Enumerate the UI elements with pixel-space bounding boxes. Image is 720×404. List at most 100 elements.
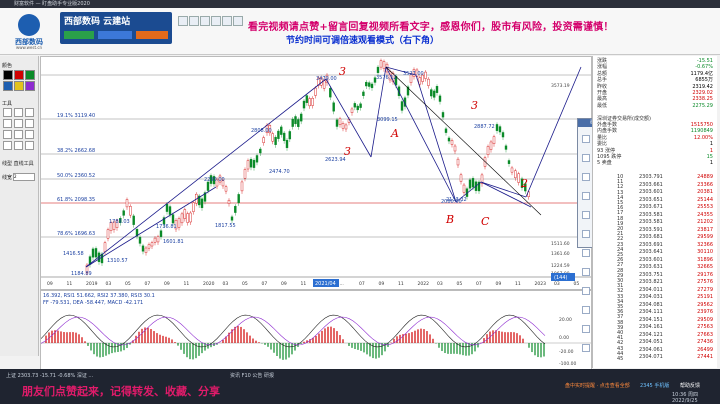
- price-label: 2808.00: [251, 128, 272, 134]
- indicator-axis-tick: -20.00: [559, 349, 574, 355]
- tick-price: 2303.791: [639, 174, 663, 180]
- draw-tool-icon[interactable]: [582, 268, 590, 276]
- x-axis-tick: 11: [184, 281, 190, 287]
- line-tool-icon[interactable]: [14, 108, 23, 117]
- price-label: 2887.72: [474, 124, 495, 130]
- dea-line: [41, 316, 546, 346]
- circle-tool-icon[interactable]: [14, 141, 23, 150]
- candle: [510, 167, 514, 173]
- arrow-tool-icon[interactable]: [3, 141, 12, 150]
- date-box-text: 2021/04: [315, 281, 336, 287]
- delete-tool-icon[interactable]: [25, 141, 34, 150]
- draw-tool-icon[interactable]: [582, 135, 590, 143]
- draw-tool-icon[interactable]: [582, 306, 590, 314]
- right-axis-tick: 3573.19: [551, 83, 570, 89]
- candle: [165, 203, 169, 212]
- pen-tool-icon[interactable]: [3, 119, 12, 128]
- text-tool-icon[interactable]: [25, 119, 34, 128]
- candle: [489, 141, 493, 150]
- draw-tool-icon[interactable]: [582, 344, 590, 352]
- candle: [103, 242, 107, 252]
- status-mobile[interactable]: 2345 手机版: [640, 382, 669, 389]
- candle: [462, 184, 466, 193]
- candle: [504, 145, 508, 150]
- pointer-tool-icon[interactable]: [3, 108, 12, 117]
- draw-tool-icon[interactable]: [582, 173, 590, 181]
- candle: [240, 181, 244, 192]
- candle: [441, 112, 445, 118]
- fib-tool-icon[interactable]: [3, 130, 12, 139]
- x-axis-tick: 09: [164, 281, 170, 287]
- tick-volume: 23366: [697, 181, 713, 188]
- x-axis-tick: 05: [574, 281, 580, 287]
- candle: [274, 136, 277, 145]
- ad-banner[interactable]: 西部数码 云建站: [60, 12, 172, 44]
- color-swatch-red[interactable]: [14, 70, 24, 80]
- trend-line: [480, 181, 527, 198]
- open-icon[interactable]: [189, 16, 199, 26]
- tick-price: 2303.821: [639, 279, 663, 285]
- indicator-canvas[interactable]: 16.392, RSI1 51.662, RSI2 37.380, RSI3 3…: [41, 291, 591, 369]
- new-icon[interactable]: [178, 16, 188, 26]
- banner-pill-2: [98, 31, 132, 39]
- color-swatch-green[interactable]: [25, 70, 35, 80]
- status-alert[interactable]: 盘中实时提醒 · 点击查看全部: [565, 382, 630, 389]
- save-icon[interactable]: [200, 16, 210, 26]
- color-swatch-purple[interactable]: [25, 81, 35, 91]
- candle: [400, 101, 404, 111]
- tick-volume: 25553: [697, 204, 713, 210]
- draw-tool-icon[interactable]: [582, 325, 590, 333]
- tick-volume: 32366: [697, 241, 713, 248]
- tick-price: 2303.581: [639, 211, 663, 218]
- tick-volume: 29599: [697, 234, 713, 240]
- candlestick-chart[interactable]: 19.1% 3119.40 38.2% 2662.68 50.0% 2360.52 6…: [40, 56, 592, 290]
- candle: [376, 66, 380, 73]
- candle: [106, 229, 110, 239]
- color-swatch-black[interactable]: [3, 70, 13, 80]
- print-icon[interactable]: [211, 16, 221, 26]
- status-help[interactable]: 帮助反馈: [680, 382, 700, 389]
- candle: [432, 90, 436, 98]
- draw-tool-icon[interactable]: [582, 192, 590, 200]
- fib-label: 38.2% 2662.68: [57, 148, 95, 154]
- candle: [370, 83, 374, 89]
- banner-pill-3: [136, 31, 168, 39]
- candle: [444, 128, 448, 133]
- status-links[interactable]: 资讯 F10 公告 研报: [230, 372, 274, 379]
- brand-logo[interactable]: 西部数码 www.west.cn: [4, 12, 54, 50]
- candle: [459, 174, 463, 182]
- rect-tool-icon[interactable]: [14, 119, 23, 128]
- candle: [227, 199, 231, 204]
- candle: [252, 159, 256, 168]
- candle: [424, 71, 427, 79]
- candle: [234, 205, 237, 213]
- erase-tool-icon[interactable]: [25, 130, 34, 139]
- line-width-input[interactable]: 2: [13, 173, 35, 181]
- line-type-label: 线型 直线工具: [2, 161, 34, 167]
- draw-tool-icon[interactable]: [582, 230, 590, 238]
- indicator-pane[interactable]: 16.392, RSI1 51.662, RSI2 37.380, RSI3 3…: [40, 290, 592, 370]
- candle: [122, 210, 125, 216]
- chart-canvas[interactable]: 19.1% 3119.40 38.2% 2662.68 50.0% 2360.52 6…: [41, 57, 591, 289]
- zoom-icon[interactable]: [222, 16, 232, 26]
- draw-tool-icon[interactable]: [582, 154, 590, 162]
- candle: [350, 108, 354, 113]
- candle: [438, 95, 442, 102]
- candle: [249, 158, 253, 168]
- color-swatch-blue[interactable]: [3, 81, 13, 91]
- draw-tool-icon[interactable]: [582, 249, 590, 257]
- x-axis-tick: 2023: [535, 281, 547, 287]
- ray-tool-icon[interactable]: [25, 108, 34, 117]
- color-swatch-yellow[interactable]: [14, 81, 24, 91]
- x-axis-tick: 03: [106, 281, 112, 287]
- draw-tool-icon[interactable]: [582, 287, 590, 295]
- candle: [243, 169, 247, 179]
- tick-volume: 24355: [697, 211, 713, 218]
- macd-readout: FF -79.531, DEA -58.447, MACD -42.171: [43, 300, 143, 306]
- settings-icon[interactable]: [233, 16, 243, 26]
- overlay-headline: 看完视频请点赞+留言回复视频所看文字，感恩你们，股市有风险，投资需谨慎！: [248, 22, 614, 33]
- channel-tool-icon[interactable]: [14, 130, 23, 139]
- draw-tool-icon[interactable]: [582, 211, 590, 219]
- indicator-axis-tick: 0.00: [559, 335, 569, 341]
- rsi-readout: 16.392, RSI1 51.662, RSI2 37.380, RSI3 3…: [43, 293, 155, 299]
